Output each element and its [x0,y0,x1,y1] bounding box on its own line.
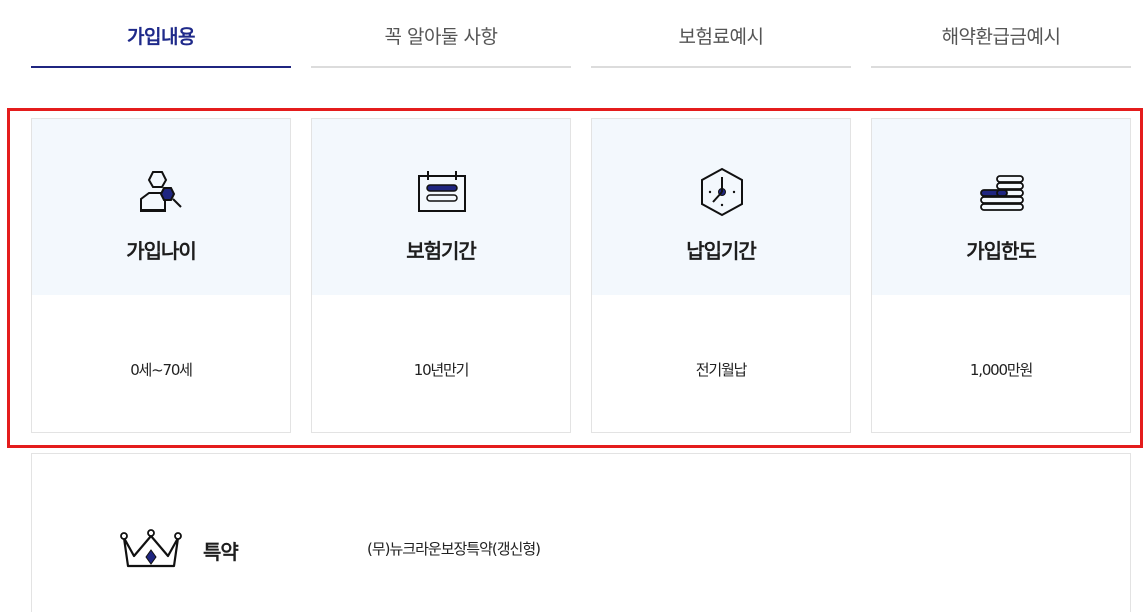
rider-title: 특약 [203,540,239,564]
rider-section: 특약 (무)뉴크라운보장특약(갱신형) [31,453,1131,612]
highlight-frame [7,108,1143,448]
tab-premium-example[interactable]: 보험료예시 [591,0,851,68]
tab-subscription-details[interactable]: 가입내용 [31,0,291,68]
tab-refund-example[interactable]: 해약환급금예시 [871,0,1131,68]
tab-label: 꼭 알아둘 사항 [384,25,498,48]
crown-icon [120,529,182,568]
tab-notes[interactable]: 꼭 알아둘 사항 [311,0,571,68]
tab-label: 가입내용 [127,25,195,48]
tab-label: 보험료예시 [678,25,764,48]
tab-bar: 가입내용 꼭 알아둘 사항 보험료예시 해약환급금예시 [0,0,1148,70]
tab-label: 해약환급금예시 [941,25,1061,48]
rider-description: (무)뉴크라운보장특약(갱신형) [367,540,541,558]
